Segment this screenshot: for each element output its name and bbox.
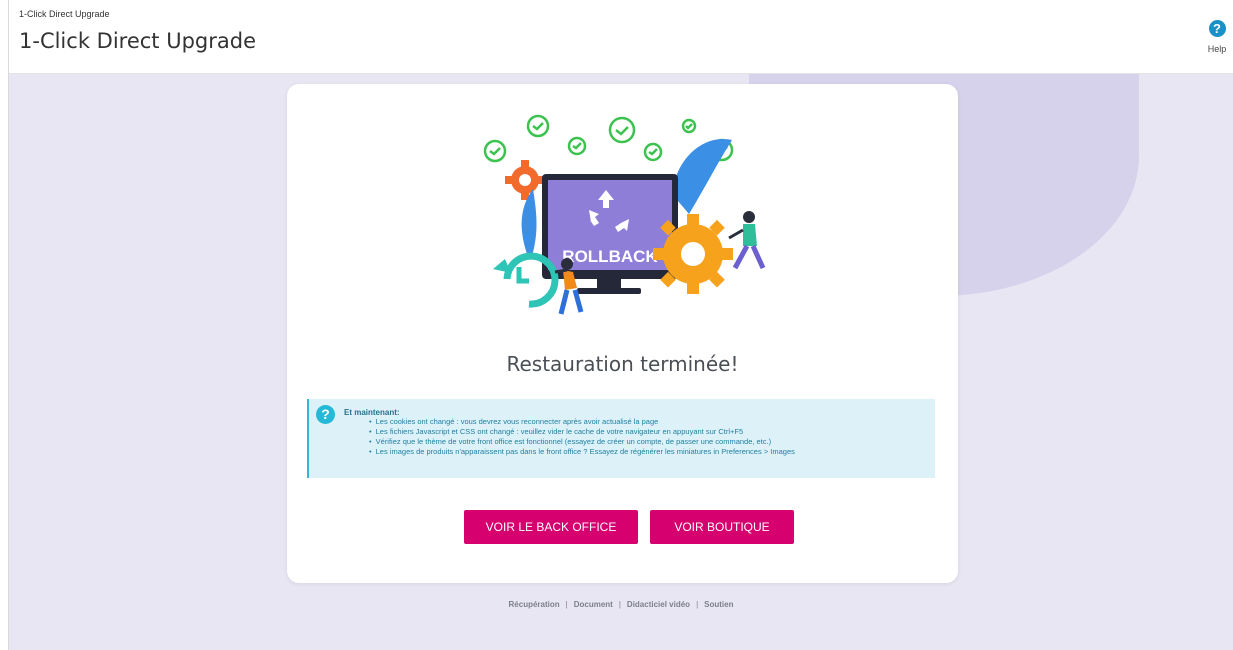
list-item: Les fichiers Javascript et CSS ont chang…	[369, 427, 795, 437]
footer-link-recovery[interactable]: Récupération	[509, 600, 560, 609]
help-label: Help	[1207, 44, 1227, 54]
view-shop-button[interactable]: VOIR BOUTIQUE	[650, 510, 794, 544]
view-back-office-button[interactable]: VOIR LE BACK OFFICE	[464, 510, 638, 544]
breadcrumb: 1-Click Direct Upgrade	[19, 9, 110, 19]
next-steps-alert: ? Et maintenant: Les cookies ont changé …	[307, 399, 935, 478]
restore-clock-icon	[503, 252, 559, 308]
large-gear-icon	[653, 214, 733, 294]
page-header: 1-Click Direct Upgrade 1-Click Direct Up…	[9, 0, 1233, 74]
list-item: Les cookies ont changé : vous devrez vou…	[369, 417, 795, 427]
app-frame: 1-Click Direct Upgrade 1-Click Direct Up…	[8, 0, 1233, 650]
leaf-decoration	[672, 138, 732, 214]
list-item: Les images de produits n'apparaissent pa…	[369, 447, 795, 457]
separator: |	[565, 600, 568, 609]
footer-links: Récupération | Document | Didacticiel vidéo |…	[9, 600, 1233, 609]
separator: |	[618, 600, 621, 609]
footer-link-document[interactable]: Document	[574, 600, 613, 609]
page-title: 1-Click Direct Upgrade	[19, 29, 256, 53]
monitor-screen-text: ROLLBACK	[562, 247, 658, 266]
footer-link-support[interactable]: Soutien	[704, 600, 733, 609]
person-right	[728, 211, 766, 270]
separator: |	[696, 600, 699, 609]
list-item: Vérifiez que le thème de votre front off…	[369, 437, 795, 447]
footer-link-video-tutorial[interactable]: Didacticiel vidéo	[627, 600, 690, 609]
monitor-graphic: ROLLBACK	[542, 174, 678, 294]
next-steps-list: Les cookies ont changé : vous devrez vou…	[369, 417, 795, 457]
help-button[interactable]: ? Help	[1205, 20, 1229, 54]
result-title: Restauration terminée!	[506, 352, 739, 376]
small-gear-icon	[505, 160, 545, 200]
next-steps-title: Et maintenant:	[344, 408, 400, 417]
question-circle-icon: ?	[1208, 20, 1226, 37]
rollback-illustration: ROLLBACK	[483, 114, 766, 315]
result-card: ROLLBACK Restauration terminée! ? Et mai…	[287, 84, 958, 583]
question-circle-icon: ?	[316, 405, 335, 424]
